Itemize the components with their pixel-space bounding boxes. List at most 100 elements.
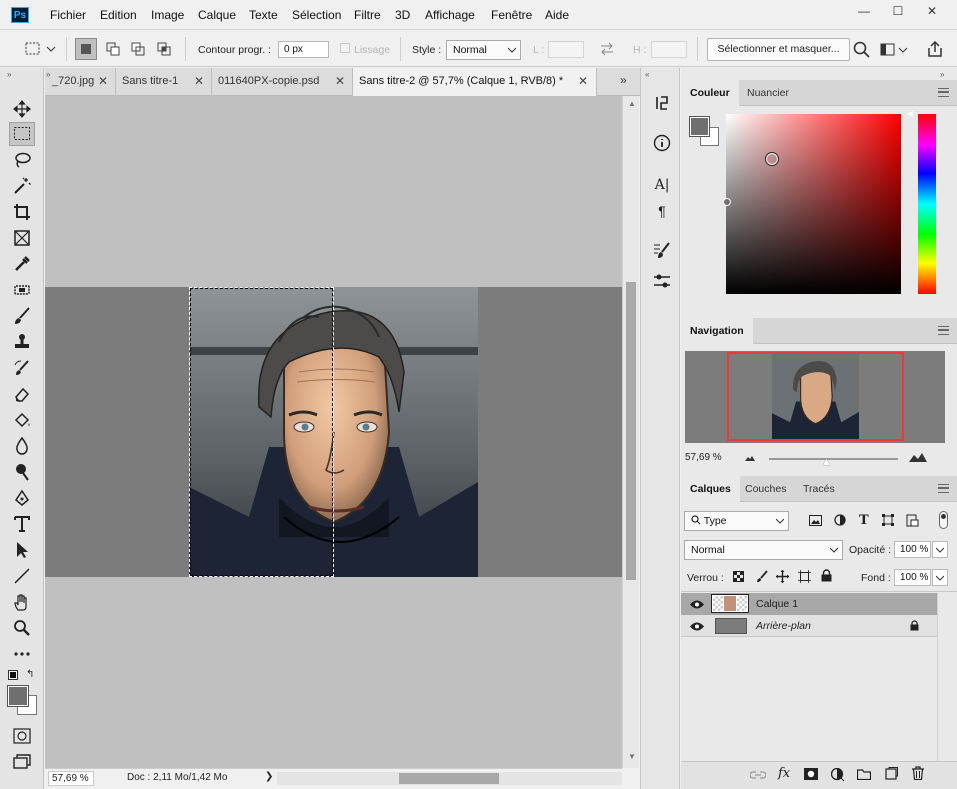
intersect-selection-button[interactable] [153, 38, 175, 60]
workspace-icon[interactable] [880, 42, 910, 58]
history-brush-tool[interactable] [9, 356, 35, 380]
scroll-down-icon[interactable]: ▼ [628, 752, 636, 761]
color-picker-handle[interactable] [765, 152, 779, 166]
minimize-button[interactable]: — [847, 0, 881, 22]
trash-icon[interactable] [912, 766, 924, 780]
lock-transparency-icon[interactable] [733, 571, 744, 582]
feather-input[interactable]: 0 px [278, 41, 329, 58]
visibility-eye-icon[interactable] [690, 622, 704, 631]
healing-brush-tool[interactable] [9, 278, 35, 302]
rect-marquee-tool[interactable] [9, 122, 35, 146]
magic-wand-tool[interactable] [9, 174, 35, 198]
shape-filter-icon[interactable] [882, 514, 894, 526]
close-tab-icon[interactable]: ✕ [335, 68, 345, 95]
brushes-icon[interactable] [651, 270, 673, 292]
scroll-thumb[interactable] [626, 282, 636, 580]
clone-stamp-tool[interactable] [9, 330, 35, 354]
smart-object-filter-icon[interactable] [906, 514, 919, 527]
zoom-out-mountain-icon[interactable] [745, 455, 755, 461]
style-select[interactable]: Normal [446, 40, 521, 60]
blend-mode-select[interactable]: Normal [684, 540, 843, 560]
more-tabs-icon[interactable]: » [620, 73, 627, 87]
menu-affichage[interactable]: Affichage [425, 8, 475, 22]
menu-calque[interactable]: Calque [198, 8, 236, 22]
dodge-tool[interactable] [9, 460, 35, 484]
tab-011640px-copie[interactable]: 011640PX-copie.psd ✕ [212, 68, 353, 96]
foreground-color-swatch[interactable] [7, 685, 29, 707]
search-icon[interactable] [853, 41, 871, 59]
menu-3d[interactable]: 3D [395, 8, 410, 22]
navigator-zoom-slider[interactable] [769, 458, 898, 460]
character-icon[interactable]: A| [651, 174, 673, 196]
new-layer-icon[interactable] [885, 767, 898, 780]
tab-calques[interactable]: Calques [681, 476, 740, 502]
tab-nuancier[interactable]: Nuancier [738, 80, 798, 106]
filter-toggle[interactable] [939, 511, 948, 529]
history-icon[interactable] [651, 92, 673, 114]
close-tab-icon[interactable]: ✕ [194, 68, 204, 95]
fill-input[interactable]: 100 % [894, 569, 931, 586]
menu-aide[interactable]: Aide [545, 8, 569, 22]
color-field[interactable] [726, 114, 901, 294]
zoom-tool[interactable] [9, 616, 35, 640]
visibility-eye-icon[interactable] [690, 600, 704, 609]
share-icon[interactable] [926, 40, 944, 58]
layers-scrollbar[interactable] [937, 593, 957, 761]
menu-fichier[interactable]: Fichier [50, 8, 86, 22]
close-button[interactable]: ✕ [915, 0, 949, 22]
menu-edition[interactable]: Edition [100, 8, 137, 22]
tab-couleur[interactable]: Couleur [681, 80, 739, 106]
pixel-filter-icon[interactable] [809, 515, 822, 526]
brush-tool[interactable] [9, 304, 35, 328]
adjustment-filter-icon[interactable] [834, 514, 846, 526]
tab-traces[interactable]: Tracés [794, 476, 844, 502]
layer-thumbnail[interactable] [715, 618, 747, 634]
layer-name[interactable]: Calque 1 [756, 598, 798, 610]
select-and-mask-button[interactable]: Sélectionner et masquer... [707, 38, 850, 61]
eyedropper-tool[interactable] [9, 252, 35, 276]
tab-720-jpg[interactable]: _720.jpg ✕ [46, 68, 116, 96]
new-selection-button[interactable] [75, 38, 97, 60]
layer-thumbnail[interactable] [711, 594, 749, 613]
swap-arrows-icon[interactable] [599, 42, 615, 56]
quick-mask-button[interactable] [9, 724, 35, 748]
tab-couches[interactable]: Couches [736, 476, 795, 502]
tab-sans-titre-2[interactable]: Sans titre-2 @ 57,7% (Calque 1, RVB/8) *… [353, 68, 597, 96]
panel-menu-icon[interactable] [938, 484, 949, 493]
lock-pixels-brush-icon[interactable] [755, 570, 768, 583]
hue-marker-icon[interactable]: ◀ [907, 109, 913, 118]
close-tab-icon[interactable]: ✕ [98, 68, 108, 95]
layer-row-calque-1[interactable]: Calque 1 [681, 593, 937, 615]
info-icon[interactable] [651, 132, 673, 154]
brush-settings-icon[interactable] [651, 240, 673, 262]
add-selection-button[interactable] [102, 38, 124, 60]
menu-selection[interactable]: Sélection [292, 8, 341, 22]
height-input[interactable] [651, 41, 687, 58]
path-selection-tool[interactable] [9, 538, 35, 562]
collapse-toolbar-icon[interactable]: » [7, 70, 11, 79]
collapse-strip-icon[interactable]: « [645, 70, 649, 79]
move-tool[interactable] [9, 97, 35, 121]
canvas-area[interactable] [45, 96, 622, 768]
panel-menu-icon[interactable] [938, 88, 949, 97]
lock-position-icon[interactable] [776, 570, 789, 583]
marquee-preset-picker[interactable] [22, 38, 60, 60]
width-input[interactable] [548, 41, 584, 58]
adjustment-layer-icon[interactable] [831, 768, 845, 782]
menu-fenetre[interactable]: Fenêtre [491, 8, 532, 22]
hue-slider[interactable] [918, 114, 936, 294]
tab-sans-titre-1[interactable]: Sans titre-1 ✕ [116, 68, 212, 96]
opacity-dropdown[interactable] [932, 541, 948, 558]
close-tab-icon[interactable]: ✕ [578, 68, 588, 95]
paint-bucket-tool[interactable] [9, 408, 35, 432]
h-scroll-thumb[interactable] [399, 773, 499, 784]
menu-texte[interactable]: Texte [249, 8, 278, 22]
swap-colors-icon[interactable]: ↰ [26, 669, 34, 680]
pen-tool[interactable] [9, 486, 35, 510]
collapse-panels-icon[interactable]: » [940, 70, 944, 79]
navigator-zoom[interactable]: 57,69 % [685, 452, 722, 463]
screen-mode-button[interactable] [9, 750, 35, 774]
crop-tool[interactable] [9, 200, 35, 224]
lock-artboard-icon[interactable] [798, 570, 811, 583]
zoom-in-mountain-icon[interactable] [909, 452, 927, 462]
